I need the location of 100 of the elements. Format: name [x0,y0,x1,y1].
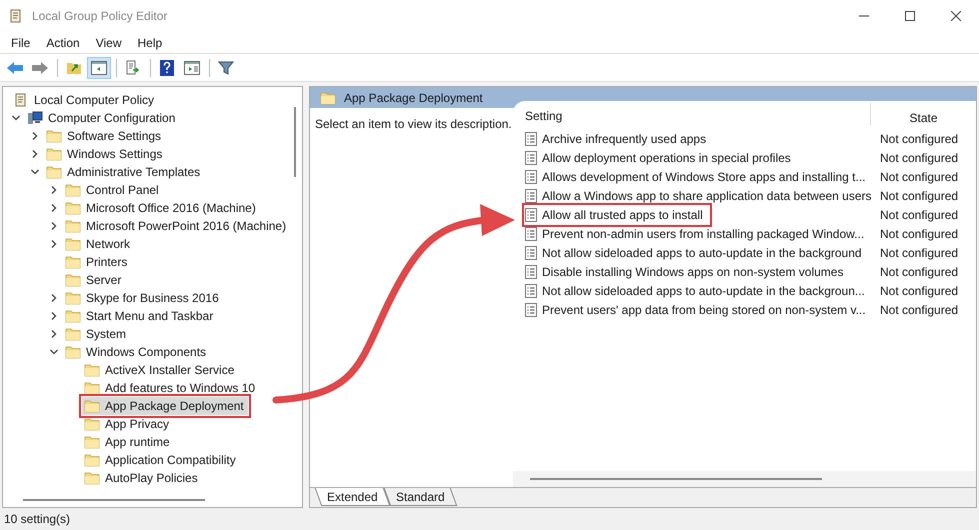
policy-setting-icon [525,132,537,146]
policy-setting-icon [525,150,537,164]
maximize-icon [905,11,915,21]
menu-item[interactable]: Help [130,34,170,52]
tree-item[interactable]: AutoPlay Policies [82,469,202,487]
forward-arrow-icon [31,60,49,74]
table-row[interactable]: Not allow sideloaded apps to auto-update in the backgroun... Not configured [513,281,976,300]
chevron-down-icon[interactable] [30,167,40,177]
folder-icon [65,201,81,215]
folder-icon [65,309,81,323]
policy-setting-icon [525,246,537,260]
setting-cell[interactable]: Allow all trusted apps to install [525,206,709,224]
tree-item[interactable]: App runtime [82,433,174,451]
setting-cell[interactable]: Not allow sideloaded apps to auto-update in the backgroun... [525,282,871,300]
tree-item[interactable]: Start Menu and Taskbar [63,307,218,325]
policy-setting-icon [525,208,537,222]
setting-cell[interactable]: Prevent non-admin users from installing packaged Window... [525,224,870,242]
folder-icon [320,90,336,104]
folder-icon [84,417,100,431]
state-cell-text: Not configured [879,168,960,186]
tree-item[interactable]: Windows Components [63,343,210,361]
tree-item[interactable]: Network [63,235,134,253]
tree-item[interactable]: Local Computer Policy [11,91,158,109]
export-list-icon [125,60,141,75]
column-header[interactable]: Setting [513,107,870,125]
tree-item[interactable]: App Package Deployment [82,397,248,415]
folder-icon [46,147,62,161]
table-row[interactable]: Allows development of Windows Store apps and installing t... Not configured [513,167,976,186]
tree-item[interactable]: Application Compatibility [82,451,240,469]
tree-item[interactable]: System [63,325,130,343]
table-row[interactable]: Prevent non-admin users from installing packaged Window... Not configured [513,224,976,243]
folder-icon [84,453,100,467]
minimize-icon [859,15,869,17]
tree-item[interactable]: Microsoft PowerPoint 2016 (Machine) [63,217,290,235]
folder-icon [84,381,100,395]
folder-icon [65,237,81,251]
tree-item[interactable]: Add features to Windows 10 [82,379,260,397]
chevron-down-icon[interactable] [49,347,59,357]
table-row[interactable]: Prevent users' app data from being stored on non-system v... Not configured [513,300,976,319]
tree-item[interactable]: ActiveX Installer Service [82,361,238,379]
column-header[interactable]: State [870,103,976,125]
folder-icon [65,291,81,305]
view-tab[interactable]: Extended [314,488,390,506]
setting-cell[interactable]: Archive infrequently used apps [525,130,712,148]
menu-item[interactable]: File [3,34,38,52]
setting-cell[interactable]: Allow deployment operations in special profiles [525,148,797,166]
folder-icon [65,327,81,341]
policy-setting-icon [525,226,537,240]
setting-cell[interactable]: Prevent users' app data from being stored on non-system v... [525,300,872,318]
tree-item[interactable]: Computer Configuration [25,109,180,127]
tree-item[interactable]: Windows Settings [44,145,166,163]
status-text: 10 setting(s) [4,511,70,528]
tree-item[interactable]: App Privacy [82,415,174,433]
tree-item[interactable]: Server [63,271,126,289]
horizontal-scrollbar[interactable] [513,471,976,487]
tree-item[interactable]: Control Panel [63,181,163,199]
setting-cell[interactable]: Allow a Windows app to share application data between users [525,186,878,204]
folder-icon [65,345,81,359]
filter-icon [218,60,234,76]
state-cell-text: Not configured [879,188,960,204]
table-row[interactable]: Not allow sideloaded apps to auto-update in the background Not configured [513,243,976,262]
table-row[interactable]: Disable installing Windows apps on non-system volumes Not configured [513,262,976,281]
state-cell-text: Not configured [879,206,960,224]
folder-icon [84,363,100,377]
folder-icon [65,183,81,197]
close-icon [951,11,961,21]
tree-button[interactable] [87,56,111,78]
description-text: Select an item to view its description. [315,117,512,131]
tree-item[interactable]: Software Settings [44,127,166,145]
setting-cell[interactable]: Disable installing Windows apps on non-system volumes [525,262,850,280]
tree-item[interactable]: Administrative Templates [44,163,204,181]
table-row[interactable]: Allow deployment operations in special profiles Not configured [513,148,976,167]
menu-item[interactable]: View [88,34,130,52]
setting-cell[interactable]: Not allow sideloaded apps to auto-update in the background [525,244,868,262]
state-cell-text: Not configured [879,282,960,300]
folder-icon [84,399,100,413]
folder-icon [65,273,81,287]
policy-setting-icon [525,170,537,184]
menu-item[interactable]: Action [38,34,88,52]
table-row[interactable]: Allow all trusted apps to install Not configured [513,205,976,224]
vertical-scrollbar[interactable] [294,107,296,177]
policy-setting-icon [525,264,537,278]
tree-item[interactable]: Printers [63,253,132,271]
folder-icon [46,129,62,143]
tree-item[interactable]: Microsoft Office 2016 (Machine) [63,199,260,217]
help-icon [160,60,174,76]
state-cell-text: Not configured [879,302,960,318]
policy-setting-icon [525,302,537,316]
tree-item[interactable]: Skype for Business 2016 [63,289,223,307]
back-arrow-icon [6,60,24,74]
state-cell-text: Not configured [879,130,960,148]
header-title: App Package Deployment [344,90,483,106]
chevron-down-icon[interactable] [11,113,21,123]
folder-icon [65,219,81,233]
table-row[interactable]: Allow a Windows app to share application data between users Not configured [513,186,976,205]
folder-icon [65,255,81,269]
view-tab[interactable]: Standard [383,488,457,506]
table-row[interactable]: Archive infrequently used apps Not configured [513,129,976,148]
pane-icon [184,60,200,74]
setting-cell[interactable]: Allows development of Windows Store apps and installing t... [525,168,872,186]
